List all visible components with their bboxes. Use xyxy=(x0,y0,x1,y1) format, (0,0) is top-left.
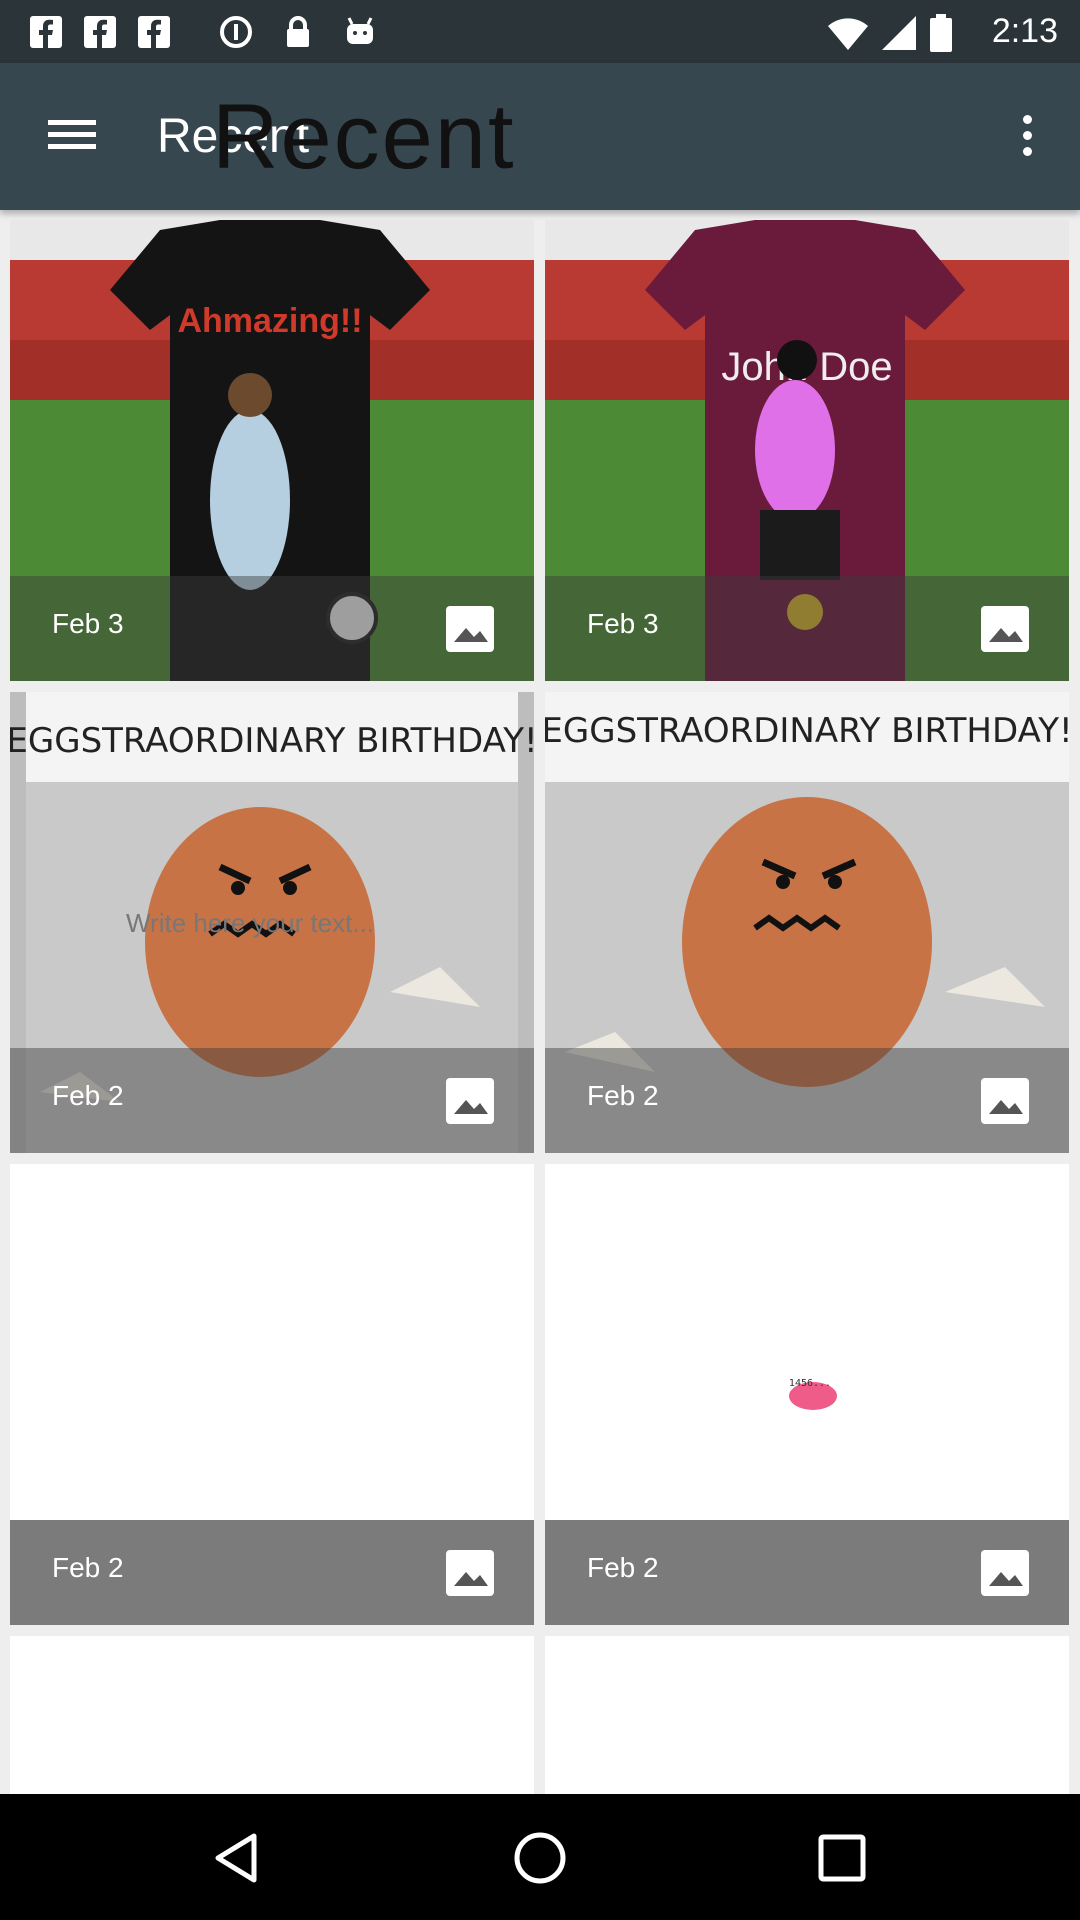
thumb-text: EGGSTRAORDINARY BIRTHDAY! xyxy=(545,711,1069,751)
battery-icon xyxy=(930,14,952,52)
item-date: Feb 2 xyxy=(52,1080,124,1111)
image-icon xyxy=(446,606,494,652)
thumb-text: EGGSTRAORDINARY BIRTHDAY! xyxy=(10,721,534,761)
recent-item[interactable]: John Doe Feb 3 xyxy=(545,220,1069,681)
lock-icon xyxy=(287,16,309,47)
data-saver-icon xyxy=(220,16,252,48)
thumb-placeholder-text: Write here your text... xyxy=(126,908,374,938)
item-date: Feb 2 xyxy=(587,1552,659,1583)
facebook-icon xyxy=(30,16,62,48)
android-icon xyxy=(347,17,373,44)
thumb-text: Ahmazing!! xyxy=(177,302,362,340)
recent-item[interactable]: EGGSTRAORDINARY BIRTHDAY! Feb 2 xyxy=(545,692,1069,1153)
tile-caption: Feb 2 xyxy=(545,1520,1069,1625)
app-bar: Recent Recent xyxy=(0,63,1080,210)
item-date: Feb 2 xyxy=(52,1552,124,1583)
recent-item[interactable]: Feb 2 xyxy=(10,1164,534,1625)
recent-item[interactable] xyxy=(10,1636,534,1794)
back-icon[interactable] xyxy=(208,1828,268,1888)
clock: 2:13 xyxy=(991,12,1058,50)
tile-caption: Feb 2 xyxy=(545,1048,1069,1153)
recent-item[interactable] xyxy=(545,1636,1069,1794)
recent-grid: Ahmazing!! Feb 3 John Doe Feb 3 EGGSTRAO… xyxy=(0,210,1080,1794)
thumb-text: 1456... xyxy=(789,1378,831,1389)
tile-caption: Feb 2 xyxy=(10,1520,534,1625)
tile-caption: Feb 2 xyxy=(10,1048,534,1153)
more-options-button[interactable] xyxy=(1012,115,1042,165)
image-icon xyxy=(981,606,1029,652)
status-bar: 2:13 xyxy=(0,0,1080,63)
wifi-icon xyxy=(828,18,868,50)
navigation-bar xyxy=(0,1794,1080,1920)
image-icon xyxy=(446,1078,494,1124)
hamburger-icon xyxy=(42,120,104,149)
recent-item[interactable]: EGGSTRAORDINARY BIRTHDAY! Write here you… xyxy=(10,692,534,1153)
image-icon xyxy=(981,1078,1029,1124)
recent-item[interactable]: Ahmazing!! Feb 3 xyxy=(10,220,534,681)
recent-item[interactable]: 1456... Feb 2 xyxy=(545,1164,1069,1625)
more-vert-icon xyxy=(1012,115,1042,156)
facebook-icon xyxy=(138,16,170,48)
image-icon xyxy=(981,1550,1029,1596)
menu-button[interactable] xyxy=(42,113,104,161)
tile-caption: Feb 3 xyxy=(10,576,534,681)
item-date: Feb 3 xyxy=(587,608,659,639)
home-icon[interactable] xyxy=(510,1828,570,1888)
tile-caption: Feb 3 xyxy=(545,576,1069,681)
image-icon xyxy=(446,1550,494,1596)
item-date: Feb 3 xyxy=(52,608,124,639)
item-date: Feb 2 xyxy=(587,1080,659,1111)
signal-icon xyxy=(882,16,916,50)
recents-icon[interactable] xyxy=(812,1828,872,1888)
title-overlay-text: Recent xyxy=(212,86,516,188)
facebook-icon xyxy=(84,16,116,48)
